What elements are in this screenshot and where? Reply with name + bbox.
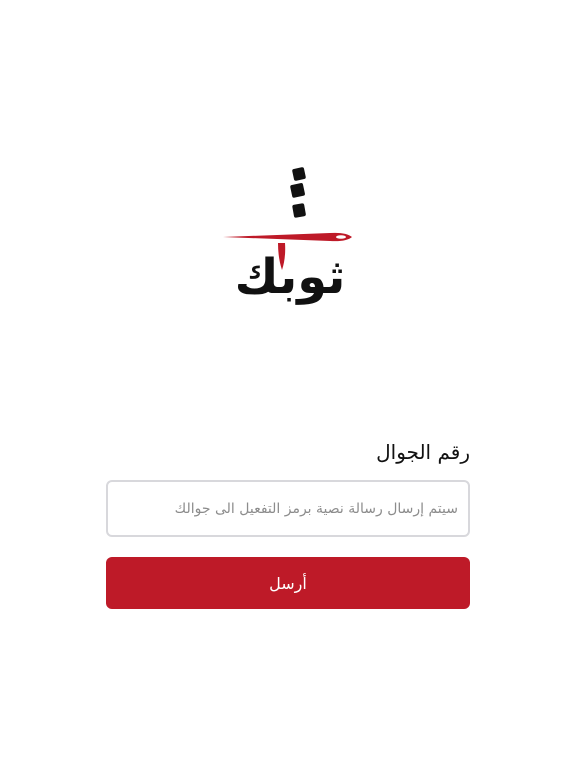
phone-input[interactable] — [106, 480, 470, 537]
send-button[interactable]: أرسل — [106, 557, 470, 609]
app-logo: ثوبك — [220, 160, 360, 305]
needle-logo-icon: ثوبك — [223, 167, 352, 305]
logo-text: ثوبك — [235, 249, 346, 305]
needle-shape — [223, 232, 352, 242]
phone-label: رقم الجوال — [376, 440, 470, 464]
